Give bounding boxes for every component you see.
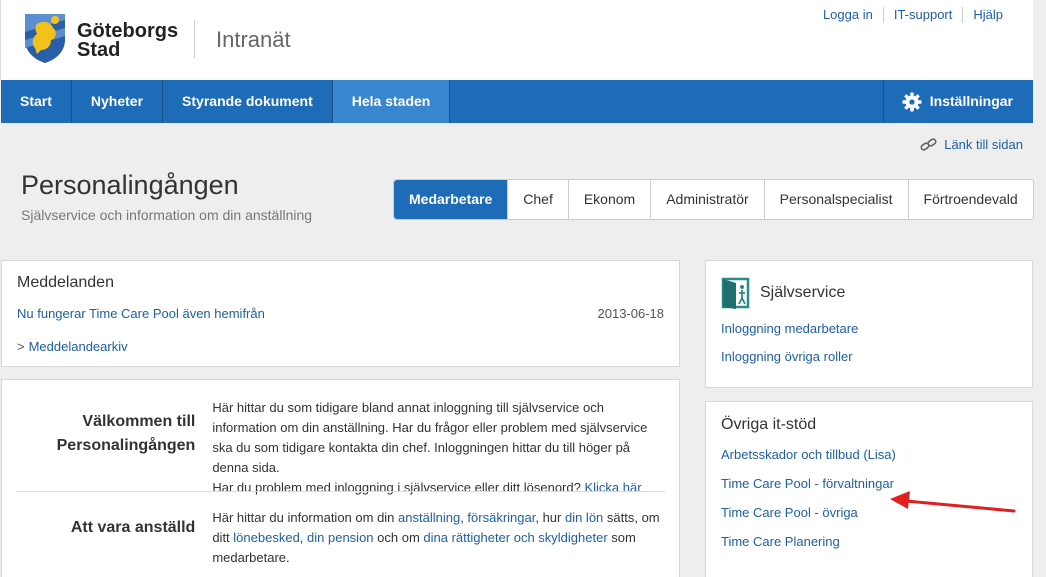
chevron-right-icon: > — [17, 339, 25, 354]
selfservice-header: Självservice — [721, 277, 1017, 309]
red-arrow-annotation — [890, 491, 1016, 513]
messages-heading: Meddelanden — [17, 274, 114, 291]
tab-ekonom[interactable]: Ekonom — [567, 180, 650, 219]
site-name[interactable]: Intranät — [216, 27, 291, 53]
link-to-page-label: Länk till sidan — [944, 137, 1023, 152]
nav-item-styrande-dokument[interactable]: Styrande dokument — [163, 80, 333, 123]
welcome-text-problem: Har du problem med inloggning i självser… — [212, 480, 581, 495]
employed-heading: Att vara anställd — [70, 519, 196, 536]
gear-icon — [902, 92, 922, 111]
message-archive[interactable]: > Meddelandearkiv — [17, 339, 664, 354]
logo-divider — [194, 20, 195, 58]
door-icon — [721, 277, 750, 309]
employment-link[interactable]: anställning — [398, 510, 460, 525]
payslip-link[interactable]: lönebesked — [233, 530, 300, 545]
tab-fortroendevald[interactable]: Förtroendevald — [907, 180, 1033, 219]
pension-link[interactable]: din pension — [307, 530, 374, 545]
other-it-heading: Övriga it-stöd — [721, 416, 817, 433]
intro-panel: Välkommen till Personalingången Här hitt… — [1, 379, 680, 577]
tab-medarbetare[interactable]: Medarbetare — [394, 180, 508, 219]
login-link[interactable]: Logga in — [813, 7, 883, 23]
work-injury-link[interactable]: Arbetsskador och tillbud (Lisa) — [721, 447, 1017, 462]
message-date: 2013-06-18 — [597, 306, 665, 321]
main-nav: Start Nyheter Styrande dokument Hela sta… — [1, 80, 1033, 123]
settings-label: Inställningar — [929, 93, 1013, 109]
employed-text: Här hittar du information om din anställ… — [212, 508, 665, 568]
employed-text-part: Här hittar du information om din — [212, 510, 399, 525]
nav-item-start[interactable]: Start — [1, 80, 72, 123]
message-link[interactable]: Nu fungerar Time Care Pool även hemifrån — [17, 306, 265, 321]
nav-item-nyheter[interactable]: Nyheter — [72, 80, 164, 123]
help-link[interactable]: Hjälp — [962, 7, 1013, 23]
settings-button[interactable]: Inställningar — [882, 80, 1033, 123]
role-tabs: Medarbetare Chef Ekonom Administratör Pe… — [393, 179, 1034, 220]
page-subtitle: Självservice och information om din anst… — [21, 207, 313, 223]
rights-link[interactable]: dina rättigheter och skyldigheter — [423, 530, 607, 545]
welcome-heading: Välkommen till Personalingången — [56, 413, 196, 454]
welcome-text-main: Här hittar du som tidigare bland annat i… — [212, 400, 648, 475]
selfservice-heading: Självservice — [760, 284, 846, 301]
message-archive-link: Meddelandearkiv — [28, 339, 128, 354]
employed-text-part: , hur — [535, 510, 565, 525]
employed-text-part: , — [299, 530, 308, 545]
login-employee-link[interactable]: Inloggning medarbetare — [721, 321, 1017, 336]
tab-administrator[interactable]: Administratör — [650, 180, 763, 219]
click-here-link[interactable]: Klicka här — [584, 480, 641, 495]
logo-wordmark[interactable]: Göteborgs Stad — [77, 21, 178, 61]
tab-personalspecialist[interactable]: Personalspecialist — [763, 180, 908, 219]
insurance-link[interactable]: försäkringar — [467, 510, 535, 525]
messages-panel: Meddelanden Nu fungerar Time Care Pool ä… — [1, 260, 680, 367]
section-divider — [17, 491, 665, 492]
it-support-link[interactable]: IT-support — [882, 7, 963, 23]
employed-section: Att vara anställd Här hittar du informat… — [17, 508, 665, 568]
message-item: Nu fungerar Time Care Pool även hemifrån… — [17, 306, 664, 321]
welcome-text: Här hittar du som tidigare bland annat i… — [212, 398, 665, 498]
logo-line-2: Stad — [77, 39, 121, 61]
top-links: Logga in IT-support Hjälp — [813, 7, 1013, 23]
welcome-section: Välkommen till Personalingången Här hitt… — [17, 398, 665, 498]
nav-item-hela-staden[interactable]: Hela staden — [332, 80, 451, 123]
employed-text-part: och om — [373, 530, 424, 545]
city-crest-logo[interactable] — [21, 10, 69, 64]
site-header: Göteborgs Stad Intranät Logga in IT-supp… — [0, 0, 1033, 80]
tab-chef[interactable]: Chef — [507, 180, 568, 219]
link-to-page[interactable]: Länk till sidan — [920, 137, 1023, 152]
salary-link[interactable]: din lön — [565, 510, 603, 525]
selfservice-panel: Självservice Inloggning medarbetare Inlo… — [705, 260, 1033, 388]
time-care-planning-link[interactable]: Time Care Planering — [721, 534, 1017, 549]
login-other-roles-link[interactable]: Inloggning övriga roller — [721, 349, 1017, 364]
chain-link-icon — [920, 137, 937, 151]
page-title: Personalingången — [21, 170, 239, 200]
